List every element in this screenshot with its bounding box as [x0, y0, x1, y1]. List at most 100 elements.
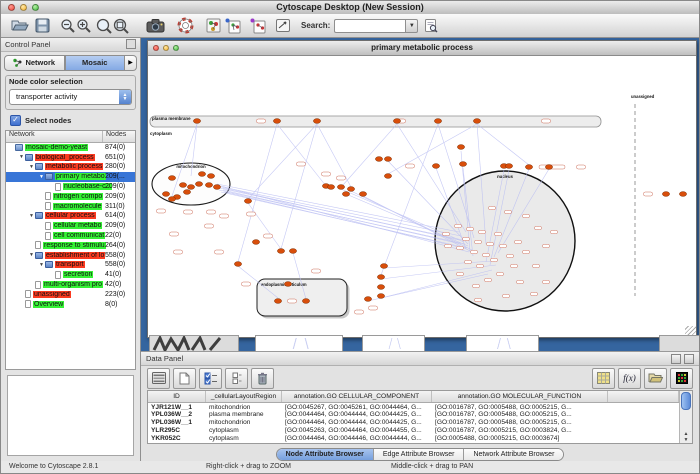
- network-node[interactable]: [364, 297, 371, 302]
- tree-row[interactable]: secretion41(0): [6, 270, 135, 280]
- table-cell[interactable]: cytoplasm: [206, 435, 282, 442]
- float-panel-icon[interactable]: [126, 39, 136, 49]
- table-cell[interactable]: [GO:0016787, GO:0005488, GO:0005215, G..…: [432, 443, 608, 444]
- network-from-selection-icon[interactable]: [250, 17, 267, 35]
- tree-row[interactable]: multi-organism pro42(0): [6, 280, 135, 290]
- zoom-selected-icon[interactable]: [96, 17, 113, 35]
- table-column-header[interactable]: annotation.GO CELLULAR_COMPONENT: [282, 391, 432, 402]
- table-column-header[interactable]: _cellularLayoutRegion: [206, 391, 282, 402]
- tab-edge-attribute-browser[interactable]: Edge Attribute Browser: [374, 449, 465, 460]
- advanced-search-icon[interactable]: [424, 17, 438, 35]
- tab-network[interactable]: Network: [4, 55, 65, 71]
- edge[interactable]: [397, 124, 466, 232]
- more-tabs-arrow-icon[interactable]: ▶: [125, 55, 137, 71]
- float-data-panel-icon[interactable]: [671, 354, 681, 364]
- zoom-fit-icon[interactable]: [113, 17, 130, 35]
- network-node[interactable]: [347, 187, 354, 192]
- tree-row[interactable]: nitrogen compo209(0): [6, 191, 135, 201]
- network-node[interactable]: [359, 192, 366, 197]
- table-row[interactable]: YDR039C__1mitochondrion[GO:0044464, GO:0…: [148, 443, 679, 445]
- background-window-fragment[interactable]: [255, 335, 343, 351]
- plasma-membrane-region[interactable]: [150, 116, 601, 127]
- edge[interactable]: [277, 124, 326, 186]
- vizmapper-icon[interactable]: [206, 17, 221, 35]
- tree-row[interactable]: ▼transport558(0): [6, 260, 135, 270]
- matrix-icon[interactable]: [592, 368, 615, 389]
- table-cell[interactable]: YKR052C: [148, 435, 206, 442]
- table-cell[interactable]: mitochondrion: [206, 404, 282, 411]
- table-cell[interactable]: mitochondrion: [206, 443, 282, 444]
- table-cell[interactable]: [GO:0044464, GO:0044444, GO:0044425, G..…: [282, 411, 432, 418]
- network-node[interactable]: [380, 264, 387, 269]
- table-cell[interactable]: [GO:0005488, GO:0005215, GO:0003674]: [432, 435, 608, 442]
- network-node[interactable]: [205, 183, 212, 188]
- edge[interactable]: [223, 190, 461, 244]
- table-cell[interactable]: [GO:0044464, GO:0044446, GO:0044444, G..…: [282, 435, 432, 442]
- network-node[interactable]: [459, 162, 466, 167]
- tree-row[interactable]: cell communicat22(0): [6, 231, 135, 241]
- network-node[interactable]: [313, 119, 320, 124]
- edge[interactable]: [223, 188, 459, 240]
- network-node[interactable]: [384, 157, 391, 162]
- tree-row[interactable]: ▼primary metabo209(...: [6, 172, 135, 182]
- tab-mosaic[interactable]: Mosaic: [65, 55, 126, 71]
- network-node[interactable]: [375, 157, 382, 162]
- tree-row[interactable]: ▼establishment of lo558(0): [6, 250, 135, 260]
- network-node[interactable]: [337, 185, 344, 190]
- network-node[interactable]: [393, 119, 400, 124]
- formula-icon[interactable]: f(x): [618, 368, 641, 389]
- table-column-header[interactable]: annotation.GO MOLECULAR_FUNCTION: [432, 391, 608, 402]
- birdseye-view[interactable]: [7, 375, 134, 456]
- edge[interactable]: [381, 124, 438, 275]
- table-scrollbar[interactable]: ▲▼: [679, 391, 692, 443]
- table-cell[interactable]: YJR121W__1: [148, 404, 206, 411]
- network-node[interactable]: [432, 164, 439, 169]
- edge[interactable]: [225, 192, 463, 248]
- disclosure-arrow-icon[interactable]: ▼: [38, 174, 45, 180]
- network-node[interactable]: [195, 182, 202, 187]
- edge[interactable]: [281, 124, 317, 249]
- edge[interactable]: [317, 124, 351, 187]
- table-row[interactable]: YLR295Ccytoplasm[GO:0045263, GO:0044464,…: [148, 427, 679, 435]
- network-view-window[interactable]: primary metabolic process plasma membran…: [147, 40, 697, 338]
- network-node[interactable]: [525, 165, 532, 170]
- network-node[interactable]: [457, 145, 464, 150]
- scrollbar-thumb[interactable]: [681, 392, 691, 410]
- table-cell[interactable]: [GO:0045267, GO:0045261, GO:0044464, G..…: [282, 404, 432, 411]
- network-node[interactable]: [327, 185, 334, 190]
- disclosure-arrow-icon[interactable]: ▼: [18, 154, 25, 160]
- close-data-panel-icon[interactable]: [684, 354, 694, 364]
- background-window-fragment[interactable]: [659, 335, 699, 351]
- delete-attribute-icon[interactable]: [251, 368, 274, 389]
- network-node[interactable]: [207, 174, 214, 179]
- heatmap-icon[interactable]: [670, 368, 693, 389]
- tree-row[interactable]: ▼cellular process614(0): [6, 211, 135, 221]
- tree-row[interactable]: unassigned223(0): [6, 289, 135, 299]
- network-node[interactable]: [679, 192, 686, 197]
- background-window-fragment[interactable]: [466, 335, 539, 351]
- network-node[interactable]: [162, 192, 169, 197]
- network-node[interactable]: [252, 240, 259, 245]
- network-node[interactable]: [377, 294, 384, 299]
- save-icon[interactable]: [35, 17, 50, 35]
- import-attributes-icon[interactable]: [644, 368, 667, 389]
- zoom-in-icon[interactable]: [76, 17, 92, 35]
- snapshot-icon[interactable]: [146, 17, 165, 35]
- tree-row[interactable]: cellular metabo209(0): [6, 221, 135, 231]
- network-node[interactable]: [213, 185, 220, 190]
- zoom-out-icon[interactable]: [60, 17, 76, 35]
- network-node[interactable]: [342, 192, 349, 197]
- table-cell[interactable]: [GO:0045263, GO:0044464, GO:0044455, G..…: [282, 427, 432, 434]
- select-nodes-checkbox[interactable]: ✓: [10, 115, 21, 126]
- network-node[interactable]: [183, 190, 190, 195]
- scrollbar-arrows[interactable]: ▲▼: [680, 431, 692, 443]
- attribute-table-icon[interactable]: [147, 368, 170, 389]
- disclosure-arrow-icon[interactable]: ▼: [38, 262, 45, 268]
- network-node[interactable]: [168, 176, 175, 181]
- network-node[interactable]: [384, 174, 391, 179]
- disclosure-arrow-icon[interactable]: ▼: [28, 164, 35, 170]
- table-cell[interactable]: YPL036W__2: [148, 411, 206, 418]
- table-cell[interactable]: [GO:0044464, GO:0044444, GO:0044425, G..…: [282, 419, 432, 426]
- table-cell[interactable]: [GO:0016787, GO:0005215, GO:0003824, G..…: [432, 427, 608, 434]
- tree-row[interactable]: macromolecule311(0): [6, 201, 135, 211]
